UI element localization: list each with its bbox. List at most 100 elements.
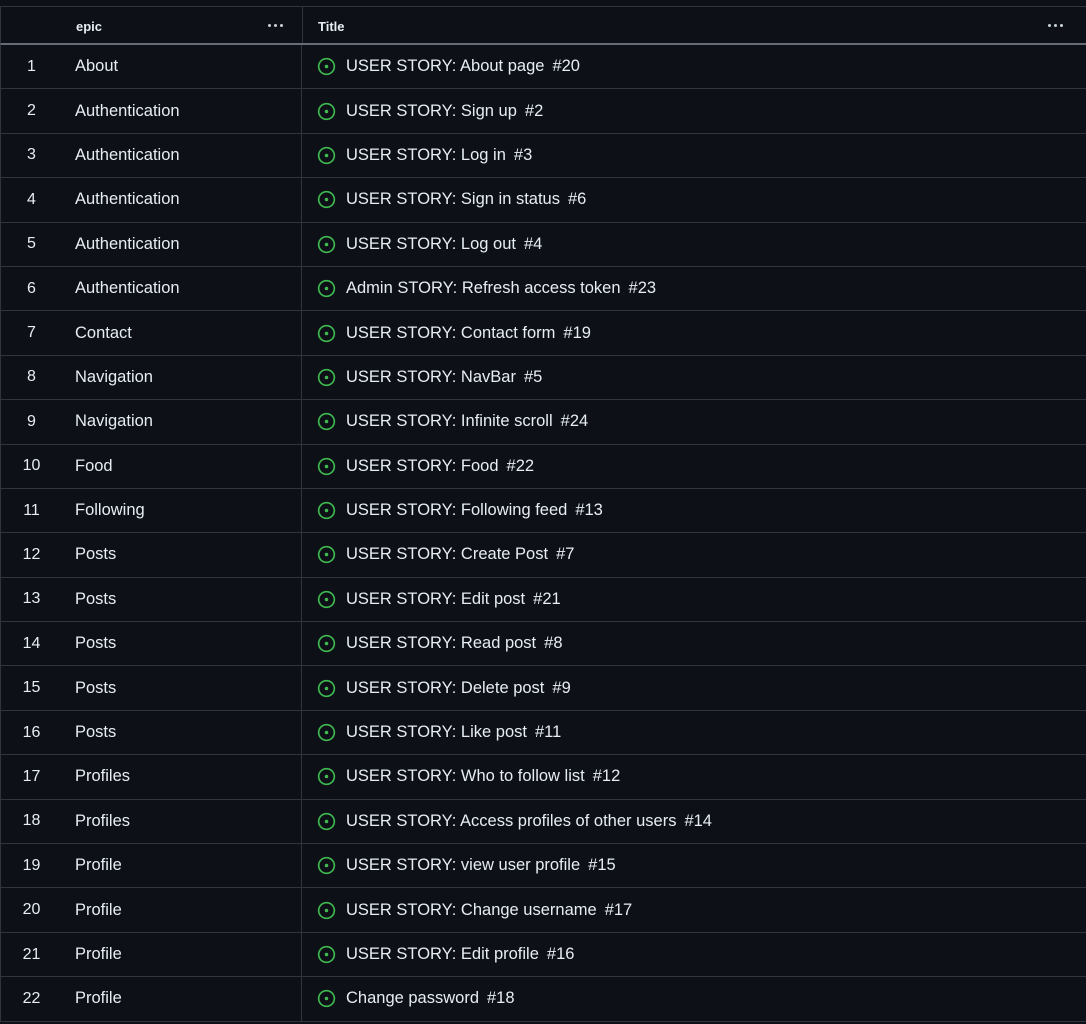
title-cell[interactable]: USER STORY: Delete post #9 — [302, 666, 1086, 709]
table-row[interactable]: 9 Navigation USER STORY: Infinite scroll… — [0, 400, 1086, 445]
title-cell[interactable]: USER STORY: Infinite scroll #24 — [302, 400, 1086, 443]
epic-cell[interactable]: Food — [62, 444, 302, 488]
title-cell[interactable]: Change password #18 — [302, 977, 1086, 1020]
table-row[interactable]: 22 Profile Change password #18 — [0, 977, 1086, 1022]
title-cell[interactable]: USER STORY: Edit post #21 — [302, 578, 1086, 621]
epic-cell[interactable]: Authentication — [62, 266, 302, 311]
issue-title-link[interactable]: USER STORY: view user profile — [346, 856, 580, 875]
table-row[interactable]: 3 Authentication USER STORY: Log in #3 — [0, 133, 1086, 179]
table-row[interactable]: 10 Food USER STORY: Food #22 — [0, 444, 1086, 489]
table-row[interactable]: 11 Following USER STORY: Following feed … — [0, 488, 1086, 534]
epic-cell[interactable]: Posts — [62, 533, 302, 577]
issue-title-link[interactable]: USER STORY: Food — [346, 457, 499, 476]
issue-title-link[interactable]: USER STORY: Infinite scroll — [346, 412, 553, 431]
title-cell[interactable]: USER STORY: Who to follow list #12 — [302, 755, 1086, 798]
column-header-title[interactable]: Title — [303, 7, 1086, 43]
issue-number[interactable]: #5 — [524, 368, 542, 387]
issue-title-link[interactable]: USER STORY: Following feed — [346, 501, 567, 520]
issue-number[interactable]: #4 — [524, 235, 542, 254]
table-row[interactable]: 4 Authentication USER STORY: Sign in sta… — [0, 178, 1086, 223]
title-cell[interactable]: USER STORY: Change username #17 — [302, 888, 1086, 931]
epic-cell[interactable]: Authentication — [62, 133, 302, 178]
column-header-epic[interactable]: epic — [62, 7, 303, 43]
table-row[interactable]: 7 Contact USER STORY: Contact form #19 — [0, 311, 1086, 356]
issue-number[interactable]: #6 — [568, 190, 586, 209]
epic-cell[interactable]: Posts — [62, 710, 302, 755]
title-cell[interactable]: USER STORY: Edit profile #16 — [302, 933, 1086, 976]
issue-number[interactable]: #9 — [552, 679, 570, 698]
issue-title-link[interactable]: USER STORY: Change username — [346, 901, 597, 920]
epic-cell[interactable]: About — [62, 45, 302, 89]
title-cell[interactable]: USER STORY: Contact form #19 — [302, 311, 1086, 354]
issue-number[interactable]: #2 — [525, 102, 543, 121]
epic-cell[interactable]: Profile — [62, 932, 302, 977]
epic-cell[interactable]: Profiles — [62, 755, 302, 799]
epic-cell[interactable]: Authentication — [62, 89, 302, 133]
epic-cell[interactable]: Following — [62, 488, 302, 533]
issue-title-link[interactable]: USER STORY: Delete post — [346, 679, 544, 698]
table-row[interactable]: 18 Profiles USER STORY: Access profiles … — [0, 799, 1086, 845]
title-cell[interactable]: USER STORY: Following feed #13 — [302, 489, 1086, 532]
title-cell[interactable]: Admin STORY: Refresh access token #23 — [302, 267, 1086, 310]
issue-title-link[interactable]: USER STORY: Log out — [346, 235, 516, 254]
issue-title-link[interactable]: USER STORY: Log in — [346, 146, 506, 165]
epic-cell[interactable]: Profile — [62, 844, 302, 888]
table-row[interactable]: 16 Posts USER STORY: Like post #11 — [0, 710, 1086, 756]
issue-title-link[interactable]: Admin STORY: Refresh access token — [346, 279, 621, 298]
title-cell[interactable]: USER STORY: Sign up #2 — [302, 89, 1086, 132]
epic-cell[interactable]: Posts — [62, 577, 302, 622]
issue-title-link[interactable]: USER STORY: About page — [346, 57, 544, 76]
issue-number[interactable]: #24 — [561, 412, 589, 431]
issue-title-link[interactable]: USER STORY: NavBar — [346, 368, 516, 387]
issue-title-link[interactable]: USER STORY: Edit profile — [346, 945, 539, 964]
issue-number[interactable]: #14 — [684, 812, 712, 831]
title-cell[interactable]: USER STORY: Like post #11 — [302, 711, 1086, 754]
issue-title-link[interactable]: USER STORY: Create Post — [346, 545, 548, 564]
issue-title-link[interactable]: USER STORY: Sign in status — [346, 190, 560, 209]
title-cell[interactable]: USER STORY: NavBar #5 — [302, 356, 1086, 399]
issue-number[interactable]: #12 — [593, 767, 621, 786]
epic-cell[interactable]: Authentication — [62, 178, 302, 222]
table-row[interactable]: 13 Posts USER STORY: Edit post #21 — [0, 577, 1086, 623]
epic-cell[interactable]: Contact — [62, 311, 302, 355]
epic-cell[interactable]: Posts — [62, 666, 302, 710]
issue-number[interactable]: #21 — [533, 590, 561, 609]
epic-cell[interactable]: Profile — [62, 977, 302, 1021]
table-row[interactable]: 12 Posts USER STORY: Create Post #7 — [0, 533, 1086, 578]
issue-number[interactable]: #3 — [514, 146, 532, 165]
title-cell[interactable]: USER STORY: Sign in status #6 — [302, 178, 1086, 221]
table-row[interactable]: 19 Profile USER STORY: view user profile… — [0, 844, 1086, 889]
table-row[interactable]: 15 Posts USER STORY: Delete post #9 — [0, 666, 1086, 711]
table-row[interactable]: 5 Authentication USER STORY: Log out #4 — [0, 222, 1086, 267]
issue-number[interactable]: #8 — [544, 634, 562, 653]
title-cell[interactable]: USER STORY: About page #20 — [302, 45, 1086, 88]
issue-number[interactable]: #13 — [575, 501, 603, 520]
title-cell[interactable]: USER STORY: Food #22 — [302, 445, 1086, 488]
table-row[interactable]: 14 Posts USER STORY: Read post #8 — [0, 622, 1086, 667]
table-row[interactable]: 8 Navigation USER STORY: NavBar #5 — [0, 355, 1086, 401]
table-row[interactable]: 17 Profiles USER STORY: Who to follow li… — [0, 755, 1086, 800]
title-cell[interactable]: USER STORY: Create Post #7 — [302, 533, 1086, 576]
title-column-menu-icon[interactable] — [1042, 16, 1068, 34]
table-row[interactable]: 6 Authentication Admin STORY: Refresh ac… — [0, 266, 1086, 312]
issue-number[interactable]: #23 — [629, 279, 657, 298]
issue-title-link[interactable]: USER STORY: Contact form — [346, 324, 555, 343]
epic-cell[interactable]: Profile — [62, 888, 302, 932]
table-row[interactable]: 2 Authentication USER STORY: Sign up #2 — [0, 89, 1086, 134]
title-cell[interactable]: USER STORY: Read post #8 — [302, 622, 1086, 665]
table-row[interactable]: 20 Profile USER STORY: Change username #… — [0, 888, 1086, 933]
issue-title-link[interactable]: USER STORY: Access profiles of other use… — [346, 812, 676, 831]
epic-cell[interactable]: Authentication — [62, 222, 302, 266]
issue-number[interactable]: #19 — [563, 324, 591, 343]
epic-column-menu-icon[interactable] — [262, 16, 288, 34]
epic-cell[interactable]: Navigation — [62, 400, 302, 444]
epic-cell[interactable]: Navigation — [62, 355, 302, 400]
issue-title-link[interactable]: USER STORY: Sign up — [346, 102, 517, 121]
issue-title-link[interactable]: USER STORY: Edit post — [346, 590, 525, 609]
epic-cell[interactable]: Posts — [62, 622, 302, 666]
issue-number[interactable]: #18 — [487, 989, 515, 1008]
issue-title-link[interactable]: Change password — [346, 989, 479, 1008]
epic-cell[interactable]: Profiles — [62, 799, 302, 844]
title-cell[interactable]: USER STORY: Log in #3 — [302, 134, 1086, 177]
issue-number[interactable]: #16 — [547, 945, 575, 964]
